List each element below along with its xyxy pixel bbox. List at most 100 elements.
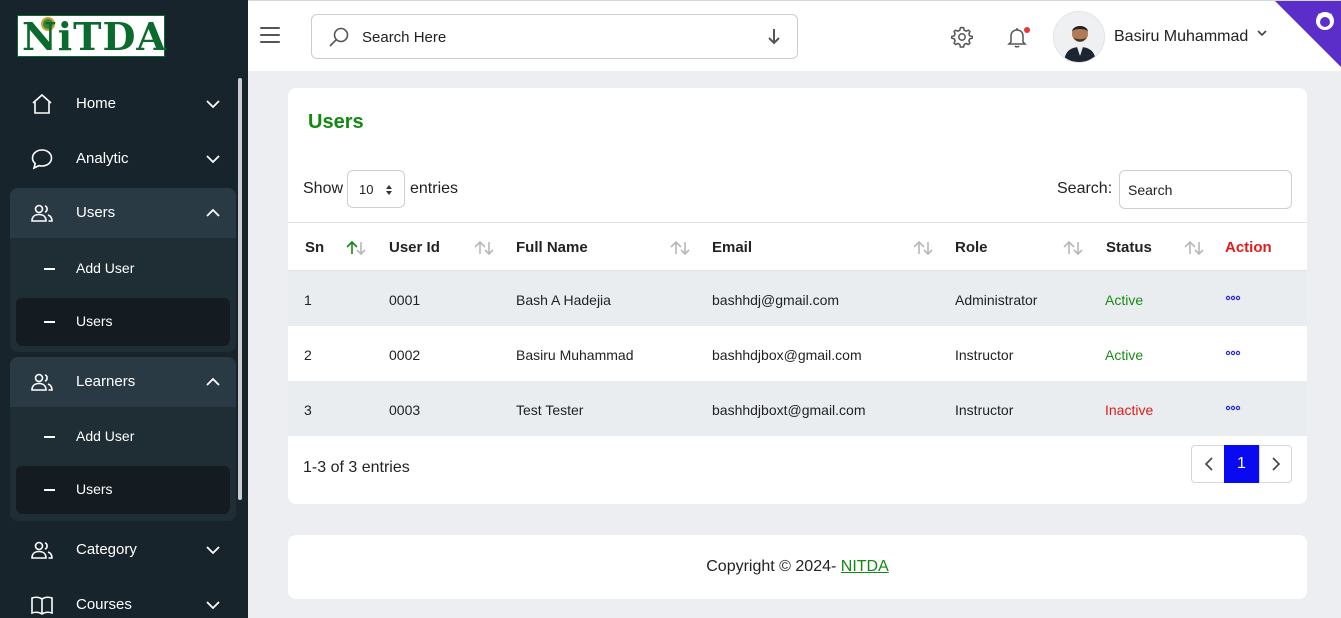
- sidebar-subitem-add-learner[interactable]: Add User: [16, 413, 230, 461]
- book-icon: [31, 596, 53, 615]
- column-header-email[interactable]: Email: [712, 239, 752, 256]
- cell-user-id: 0003: [389, 402, 421, 418]
- column-header-status[interactable]: Status: [1106, 239, 1152, 256]
- global-search[interactable]: [311, 14, 798, 59]
- cell-sn: 1: [304, 292, 312, 308]
- sidebar-subitem-label: Add User: [76, 260, 135, 276]
- chevron-up-icon: [206, 377, 220, 386]
- cell-email: bashhdj@gmail.com: [712, 292, 840, 308]
- table-search-input[interactable]: [1119, 170, 1292, 209]
- sort-icon[interactable]: [472, 240, 496, 256]
- sort-icon[interactable]: [1182, 240, 1206, 256]
- dash-icon: [44, 268, 55, 270]
- sidebar-item-analytic[interactable]: Analytic: [10, 134, 236, 184]
- sidebar-item-users[interactable]: Users: [10, 188, 236, 238]
- sidebar-item-label: Analytic: [76, 150, 129, 167]
- status-badge: Active: [1105, 292, 1144, 308]
- gear-icon[interactable]: [950, 25, 974, 49]
- sidebar-subitem-users[interactable]: Users: [16, 298, 230, 346]
- page-title: Users: [308, 111, 364, 133]
- table-row: 2 0002 Basiru Muhammad bashhdjbox@gmail.…: [288, 326, 1307, 381]
- column-header-action: Action: [1225, 239, 1272, 256]
- chevron-down-icon: [206, 100, 220, 109]
- more-actions-icon[interactable]: [1225, 293, 1241, 303]
- users-icon: [31, 204, 53, 222]
- top-header: Basiru Muhammad: [248, 0, 1341, 71]
- footer: Copyright © 2024- NITDA: [288, 535, 1307, 599]
- entries-select-value: 10: [359, 182, 374, 197]
- sidebar-item-label: Users: [76, 204, 116, 221]
- sort-icon[interactable]: [911, 240, 935, 256]
- show-label: Show: [303, 180, 344, 197]
- cell-role: Instructor: [955, 347, 1014, 363]
- avatar[interactable]: [1053, 11, 1105, 63]
- cell-sn: 2: [304, 347, 312, 363]
- chevron-down-icon: [206, 601, 220, 610]
- column-header-user-id[interactable]: User Id: [389, 239, 440, 256]
- sidebar-subitem-learners-list[interactable]: Users: [16, 466, 230, 514]
- column-header-full-name[interactable]: Full Name: [516, 239, 588, 256]
- hamburger-menu-icon[interactable]: [260, 27, 280, 45]
- next-page-button[interactable]: [1259, 446, 1292, 482]
- status-badge: Active: [1105, 347, 1144, 363]
- sort-icon[interactable]: [668, 240, 692, 256]
- user-photo: [1054, 12, 1104, 62]
- nitda-logo[interactable]: NiTDA: [17, 14, 167, 59]
- dash-icon: [44, 489, 55, 491]
- sidebar-item-category[interactable]: Category: [10, 525, 236, 575]
- chat-bubble-icon: [31, 149, 53, 170]
- chevron-down-icon: [206, 155, 220, 164]
- sidebar-item-learners[interactable]: Learners: [10, 357, 236, 407]
- sort-ascending-icon[interactable]: [344, 240, 368, 256]
- cell-email: bashhdjboxt@gmail.com: [712, 402, 866, 418]
- sidebar-item-courses[interactable]: Courses: [10, 580, 236, 618]
- cell-full-name: Test Tester: [516, 402, 584, 418]
- search-input[interactable]: [362, 26, 752, 48]
- more-actions-icon[interactable]: [1225, 348, 1241, 358]
- table-row: 1 0001 Bash A Hadejia bashhdj@gmail.com …: [288, 271, 1307, 326]
- column-header-sn[interactable]: Sn: [305, 239, 324, 256]
- copyright-text: Copyright © 2024-: [706, 558, 841, 575]
- table-row: 3 0003 Test Tester bashhdjboxt@gmail.com…: [288, 381, 1307, 436]
- search-icon: [329, 27, 349, 47]
- sidebar-scrollbar[interactable]: [238, 78, 242, 500]
- cell-email: bashhdjbox@gmail.com: [712, 347, 862, 363]
- user-name[interactable]: Basiru Muhammad: [1114, 28, 1248, 46]
- pagination: 1: [1191, 445, 1292, 483]
- more-actions-icon[interactable]: [1225, 403, 1241, 413]
- github-corner-icon[interactable]: [1275, 1, 1341, 67]
- previous-page-button[interactable]: [1192, 446, 1225, 482]
- sidebar-item-label: Courses: [76, 596, 132, 613]
- sidebar: NiTDA Home Analytic Users Add User Users…: [0, 0, 248, 618]
- chevron-down-icon: [206, 546, 220, 555]
- users-icon: [31, 373, 53, 391]
- chevron-right-icon: [1272, 457, 1281, 471]
- sidebar-item-label: Category: [76, 541, 137, 558]
- sidebar-subitem-label: Users: [76, 481, 113, 497]
- sidebar-item-label: Home: [76, 95, 117, 112]
- chevron-down-icon[interactable]: [1256, 28, 1268, 38]
- footer-nitda-link[interactable]: NITDA: [841, 558, 889, 575]
- column-header-role[interactable]: Role: [955, 239, 988, 256]
- table-search-label: Search:: [1057, 180, 1113, 197]
- logo-text: NiTDA: [22, 14, 167, 59]
- entries-per-page-select[interactable]: 10: [347, 170, 405, 208]
- page-button-current[interactable]: 1: [1224, 445, 1259, 483]
- sidebar-subitem-label: Add User: [76, 428, 135, 444]
- cell-role: Instructor: [955, 402, 1014, 418]
- sidebar-subitem-add-user[interactable]: Add User: [16, 245, 230, 293]
- cell-user-id: 0001: [389, 292, 421, 308]
- sidebar-item-label: Learners: [76, 373, 136, 390]
- table-info: 1-3 of 3 entries: [303, 459, 410, 476]
- dash-icon: [44, 436, 55, 438]
- notification-dot: [1024, 27, 1030, 33]
- users-icon: [31, 541, 53, 559]
- chevron-left-icon: [1204, 457, 1213, 471]
- sidebar-subitem-label: Users: [76, 313, 113, 329]
- cell-full-name: Bash A Hadejia: [516, 292, 611, 308]
- sidebar-item-home[interactable]: Home: [10, 79, 236, 129]
- sort-icon[interactable]: [1061, 240, 1085, 256]
- entries-label: entries: [410, 180, 459, 197]
- table-header: Sn User Id Full Name Email Role Status A…: [288, 222, 1307, 271]
- arrow-down-icon[interactable]: [766, 28, 782, 46]
